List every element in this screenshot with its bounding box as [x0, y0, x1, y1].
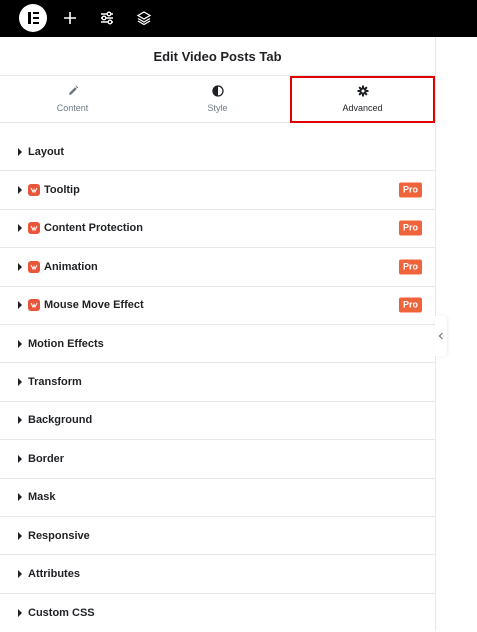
section-label: Motion Effects [28, 337, 104, 350]
pro-badge: Pro [398, 259, 422, 275]
section-label: Tooltip [44, 184, 80, 197]
sliders-icon[interactable] [98, 9, 116, 27]
section-label: Animation [44, 260, 98, 273]
caret-right-icon [18, 493, 22, 502]
section-attributes[interactable]: Attributes [0, 555, 435, 594]
section-tooltip[interactable]: Tooltip Pro [0, 171, 435, 210]
section-label: Responsive [28, 529, 90, 542]
layers-icon[interactable] [135, 9, 153, 27]
tab-style[interactable]: Style [145, 76, 290, 122]
editor-panel: Edit Video Posts Tab Content Style Advan… [0, 37, 436, 631]
section-label: Attributes [28, 567, 80, 580]
pro-addon-icon [28, 222, 40, 235]
section-mask[interactable]: Mask [0, 479, 435, 517]
section-content-protection[interactable]: Content Protection Pro [0, 210, 435, 249]
section-transform[interactable]: Transform [0, 363, 435, 402]
caret-right-icon [18, 339, 22, 348]
pro-badge: Pro [398, 182, 422, 198]
pro-badge: Pro [398, 220, 422, 236]
half-circle-icon [211, 85, 224, 97]
caret-right-icon [18, 378, 22, 387]
pro-addon-icon [28, 184, 40, 197]
caret-right-icon [18, 454, 22, 463]
caret-right-icon [18, 186, 22, 195]
caret-right-icon [18, 416, 22, 425]
caret-right-icon [18, 608, 22, 617]
tab-label: Style [207, 103, 228, 113]
caret-right-icon [18, 301, 22, 310]
caret-right-icon [18, 262, 22, 271]
section-layout[interactable]: Layout [0, 133, 435, 172]
collapse-panel-handle[interactable] [435, 316, 447, 356]
section-label: Custom CSS [28, 606, 95, 619]
tab-content[interactable]: Content [0, 76, 145, 122]
pencil-icon [67, 85, 79, 97]
section-label: Mouse Move Effect [44, 299, 144, 312]
section-list: Layout Tooltip Pro Content Protection Pr… [0, 133, 435, 632]
caret-right-icon [18, 224, 22, 233]
section-label: Background [28, 414, 93, 427]
pro-addon-icon [28, 299, 40, 312]
caret-right-icon [18, 531, 22, 540]
top-bar [0, 0, 477, 37]
tab-advanced[interactable]: Advanced [290, 76, 435, 123]
section-custom-css[interactable]: Custom CSS [0, 594, 435, 632]
section-label: Layout [28, 145, 65, 158]
elementor-logo-icon[interactable] [19, 4, 47, 32]
plus-icon[interactable] [61, 9, 79, 27]
chevron-left-icon [438, 327, 444, 345]
caret-right-icon [18, 569, 22, 578]
caret-right-icon [18, 147, 22, 156]
section-mouse-move-effect[interactable]: Mouse Move Effect Pro [0, 287, 435, 325]
section-label: Content Protection [44, 222, 143, 235]
pro-addon-icon [28, 260, 40, 273]
section-animation[interactable]: Animation Pro [0, 248, 435, 287]
section-label: Border [28, 452, 65, 465]
tab-label: Content [56, 103, 89, 113]
section-label: Transform [28, 376, 82, 389]
section-background[interactable]: Background [0, 402, 435, 441]
panel-title: Edit Video Posts Tab [0, 37, 435, 76]
gear-icon [357, 85, 369, 97]
section-label: Mask [28, 491, 56, 504]
section-motion-effects[interactable]: Motion Effects [0, 325, 435, 364]
tab-label: Advanced [342, 103, 383, 113]
section-border[interactable]: Border [0, 440, 435, 479]
section-responsive[interactable]: Responsive [0, 517, 435, 556]
panel-tabs: Content Style Advanced [0, 76, 435, 123]
pro-badge: Pro [398, 297, 422, 313]
